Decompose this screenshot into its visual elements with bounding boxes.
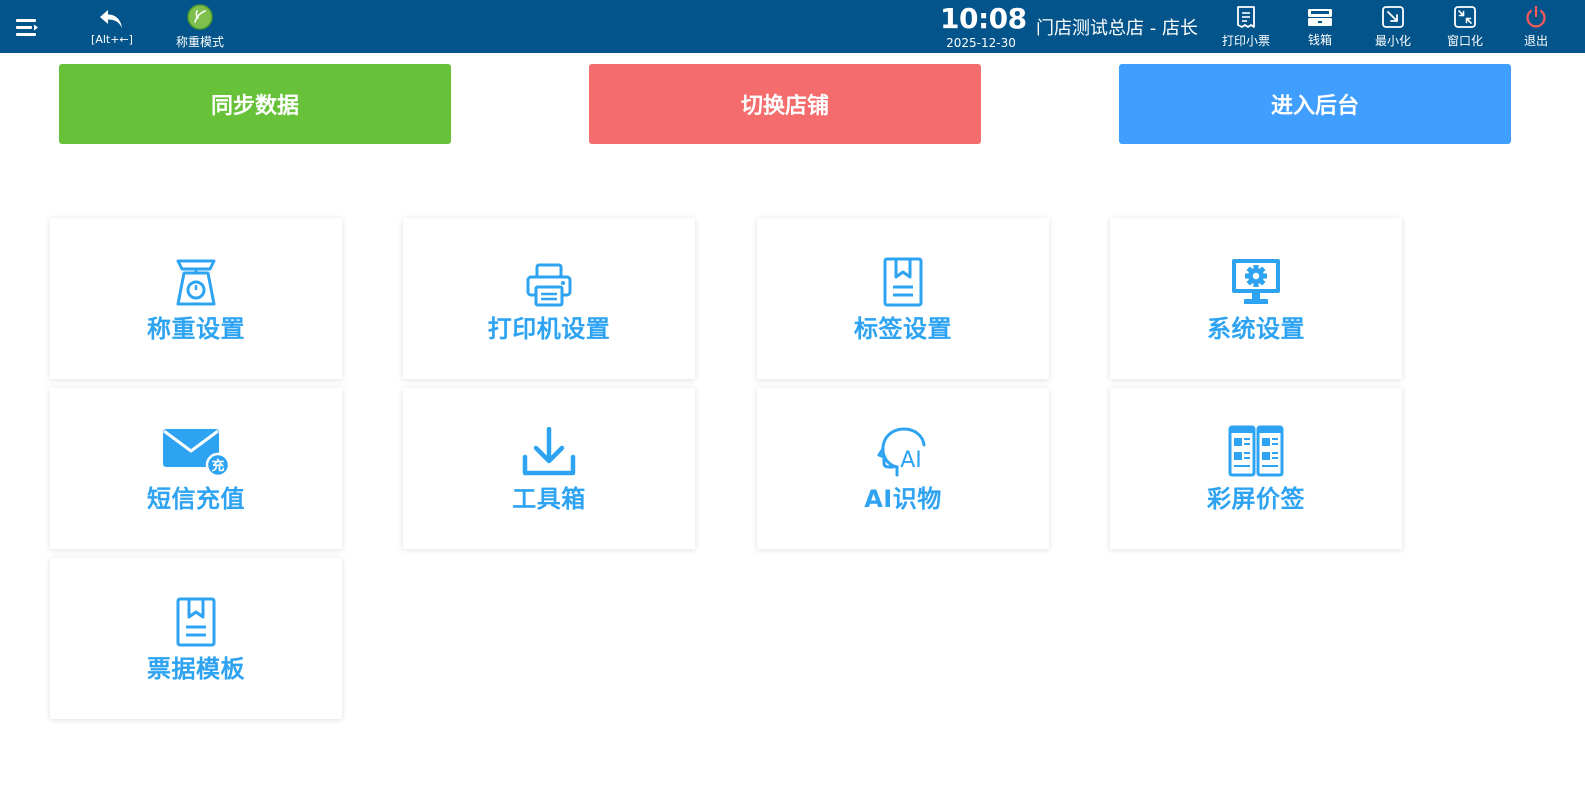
weigh-mode-label: 称重模式 bbox=[175, 34, 224, 49]
menu-icon bbox=[15, 16, 39, 38]
windowed-button[interactable]: 窗口化 bbox=[1440, 0, 1490, 53]
weigh-mode-icon bbox=[186, 3, 214, 30]
undo-icon bbox=[98, 8, 126, 32]
top-bar: [Alt+←] 称重模式 10:08 2025-12-30 门店测试总店 - 店… bbox=[0, 0, 1585, 53]
tile-printer-settings[interactable]: 打印机设置 bbox=[403, 218, 695, 379]
tile-color-price-tag[interactable]: 彩屏价签 bbox=[1110, 388, 1402, 549]
bookmark-icon bbox=[882, 255, 924, 307]
minimize-icon bbox=[1381, 5, 1405, 29]
dual-screen-icon bbox=[1228, 425, 1284, 477]
minimize-label: 最小化 bbox=[1374, 33, 1411, 48]
menu-button[interactable] bbox=[10, 0, 44, 53]
mail-recharge-icon: 充 bbox=[161, 425, 231, 477]
switch-store-button[interactable]: 切换店铺 bbox=[589, 64, 981, 144]
print-receipt-label: 打印小票 bbox=[1221, 33, 1270, 48]
clock: 10:08 2025-12-30 bbox=[940, 2, 1027, 50]
tile-toolbox[interactable]: 工具箱 bbox=[403, 388, 695, 549]
minimize-button[interactable]: 最小化 bbox=[1368, 0, 1418, 53]
tile-label: 标签设置 bbox=[854, 315, 952, 343]
tile-label: 系统设置 bbox=[1207, 315, 1305, 343]
cash-drawer-icon bbox=[1307, 6, 1333, 28]
store-user-title: 门店测试总店 - 店长 bbox=[1036, 18, 1198, 39]
windowed-label: 窗口化 bbox=[1446, 33, 1483, 48]
tile-label: AI识物 bbox=[864, 485, 942, 513]
tile-label: 短信充值 bbox=[147, 485, 245, 513]
scale-icon bbox=[170, 255, 222, 307]
receipt-icon bbox=[1235, 5, 1257, 29]
tile-weigh-settings[interactable]: 称重设置 bbox=[50, 218, 342, 379]
tile-ai-recognition[interactable]: AI AI识物 bbox=[757, 388, 1049, 549]
exit-button[interactable]: 退出 bbox=[1518, 0, 1554, 53]
tile-sms-recharge[interactable]: 充 短信充值 bbox=[50, 388, 342, 549]
tile-label: 称重设置 bbox=[147, 315, 245, 343]
svg-text:充: 充 bbox=[211, 458, 224, 474]
printer-icon bbox=[525, 255, 573, 307]
tile-label: 工具箱 bbox=[512, 485, 586, 513]
svg-text:AI: AI bbox=[900, 448, 922, 473]
tile-label-settings[interactable]: 标签设置 bbox=[757, 218, 1049, 379]
clock-date: 2025-12-30 bbox=[946, 36, 1016, 50]
undo-button[interactable]: [Alt+←] bbox=[84, 0, 140, 53]
tile-label: 票据模板 bbox=[147, 655, 245, 683]
undo-shortcut-label: [Alt+←] bbox=[91, 32, 133, 46]
download-icon bbox=[521, 425, 577, 477]
tile-label: 彩屏价签 bbox=[1207, 485, 1305, 513]
monitor-gear-icon bbox=[1230, 255, 1282, 307]
cash-drawer-label: 钱箱 bbox=[1307, 32, 1332, 47]
print-receipt-button[interactable]: 打印小票 bbox=[1218, 0, 1274, 53]
ai-head-icon: AI bbox=[877, 425, 929, 477]
cash-drawer-button[interactable]: 钱箱 bbox=[1300, 0, 1340, 53]
tile-system-settings[interactable]: 系统设置 bbox=[1110, 218, 1402, 379]
tile-label: 打印机设置 bbox=[487, 315, 611, 343]
tile-receipt-template[interactable]: 票据模板 bbox=[50, 558, 342, 719]
clock-time: 10:08 bbox=[940, 2, 1027, 35]
windowed-icon bbox=[1453, 5, 1477, 29]
sync-data-button[interactable]: 同步数据 bbox=[59, 64, 451, 144]
exit-label: 退出 bbox=[1523, 33, 1548, 48]
bookmark-icon bbox=[175, 595, 217, 647]
weigh-mode-button[interactable]: 称重模式 bbox=[168, 0, 232, 53]
power-icon bbox=[1524, 5, 1548, 29]
enter-admin-button[interactable]: 进入后台 bbox=[1119, 64, 1511, 144]
